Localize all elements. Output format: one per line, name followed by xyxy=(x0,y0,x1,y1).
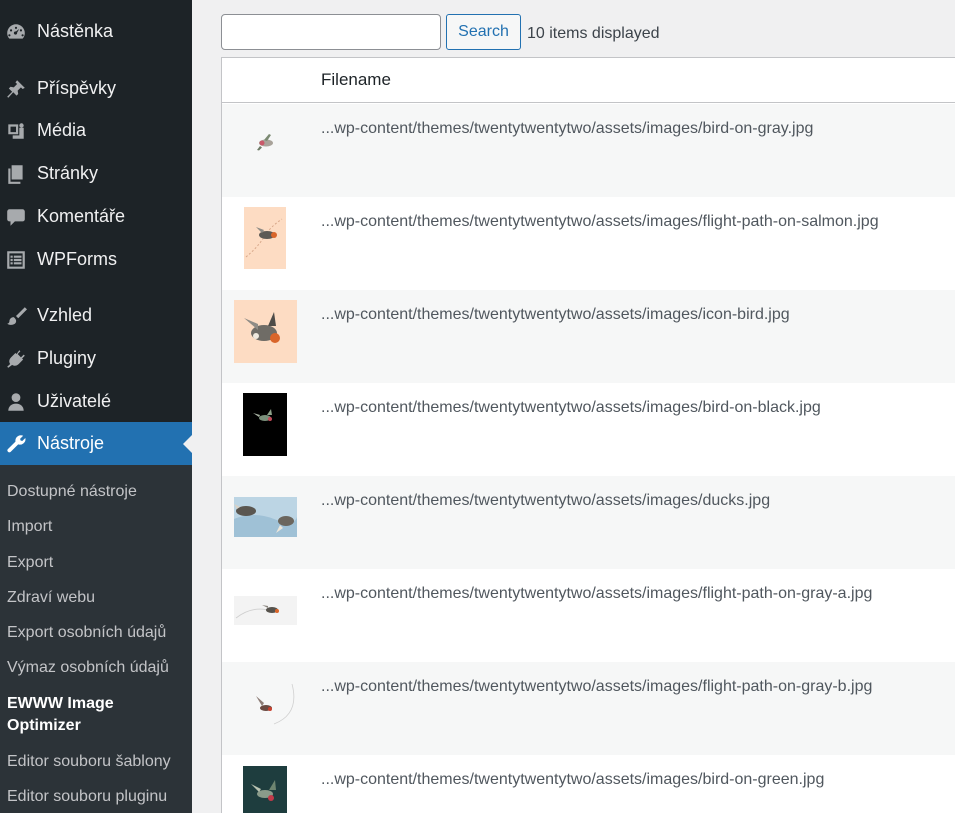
menu-item-posts[interactable]: Příspěvky xyxy=(0,67,192,110)
images-table: Filename ...wp-content/themes/twentytwen… xyxy=(221,57,955,813)
menu-label-wpforms: WPForms xyxy=(37,249,117,269)
thumbnail-flight-path-on-salmon[interactable] xyxy=(244,207,286,269)
filename-cell: ...wp-content/themes/twentytwentytwo/ass… xyxy=(321,492,771,509)
table-row: ...wp-content/themes/twentytwentytwo/ass… xyxy=(222,197,955,290)
menu-label-pages: Stránky xyxy=(37,163,99,183)
menu-item-dashboard[interactable]: Nástěnka xyxy=(0,10,192,53)
thumbnail-bird-on-green[interactable] xyxy=(243,766,287,813)
user-icon xyxy=(2,391,30,413)
table-row: ...wp-content/themes/twentytwentytwo/ass… xyxy=(222,290,955,383)
menu-label-comments: Komentáře xyxy=(37,206,126,226)
menu-label-posts: Příspěvky xyxy=(37,78,117,98)
table-row: ...wp-content/themes/twentytwentytwo/ass… xyxy=(222,476,955,569)
table-row: ...wp-content/themes/twentytwentytwo/ass… xyxy=(222,383,955,476)
pin-icon xyxy=(2,78,30,100)
menu-item-plugins[interactable]: Pluginy xyxy=(0,337,192,380)
thumbnail-flight-path-on-gray-a[interactable] xyxy=(234,596,297,625)
menu-item-comments[interactable]: Komentáře xyxy=(0,195,192,238)
filename-cell: ...wp-content/themes/twentytwentytwo/ass… xyxy=(321,213,879,230)
menu-label-tools: Nástroje xyxy=(37,433,105,453)
submenu-ewww-image-optimizer[interactable]: EWWW Image Optimizer xyxy=(7,693,157,737)
thumbnail-bird-on-black[interactable] xyxy=(243,393,287,456)
column-header-filename[interactable]: Filename xyxy=(321,70,391,90)
menu-item-users[interactable]: Uživatelé xyxy=(0,380,192,423)
menu-label-dashboard: Nástěnka xyxy=(37,21,114,41)
filename-cell: ...wp-content/themes/twentytwentytwo/ass… xyxy=(321,678,873,695)
thumbnail-flight-path-on-gray-b[interactable] xyxy=(234,674,297,737)
filename-cell: ...wp-content/themes/twentytwentytwo/ass… xyxy=(321,771,825,788)
submenu-export-personal-data[interactable]: Export osobních údajů xyxy=(7,622,166,644)
media-icon xyxy=(2,120,30,142)
submenu-site-health[interactable]: Zdraví webu xyxy=(7,587,95,609)
thumbnail-ducks[interactable] xyxy=(234,497,297,537)
tools-submenu: Dostupné nástroje Import Export Zdraví w… xyxy=(0,465,192,813)
menu-label-media: Média xyxy=(37,120,87,140)
submenu-theme-file-editor[interactable]: Editor souboru šablony xyxy=(7,751,171,773)
table-header: Filename xyxy=(222,58,955,103)
submenu-erase-personal-data[interactable]: Výmaz osobních údajů xyxy=(7,657,169,679)
thumbnail-icon-bird[interactable] xyxy=(234,300,297,363)
menu-item-wpforms[interactable]: WPForms xyxy=(0,238,192,281)
table-row: ...wp-content/themes/twentytwentytwo/ass… xyxy=(222,755,955,813)
menu-item-media[interactable]: Média xyxy=(0,109,192,152)
filename-cell: ...wp-content/themes/twentytwentytwo/ass… xyxy=(321,399,821,416)
submenu-available-tools[interactable]: Dostupné nástroje xyxy=(7,481,137,503)
plugin-icon xyxy=(2,348,30,370)
submenu-export[interactable]: Export xyxy=(7,552,53,574)
brush-icon xyxy=(2,305,30,327)
menu-item-tools[interactable]: Nástroje xyxy=(0,422,192,465)
filename-cell: ...wp-content/themes/twentytwentytwo/ass… xyxy=(321,120,814,137)
search-input[interactable] xyxy=(221,14,441,50)
thumbnail-bird-on-gray[interactable] xyxy=(234,126,296,164)
pages-icon xyxy=(2,163,30,185)
filename-cell: ...wp-content/themes/twentytwentytwo/ass… xyxy=(321,585,873,602)
menu-item-appearance[interactable]: Vzhled xyxy=(0,294,192,337)
wrench-icon xyxy=(2,433,30,455)
table-row: ...wp-content/themes/twentytwentytwo/ass… xyxy=(222,569,955,662)
table-row: ...wp-content/themes/twentytwentytwo/ass… xyxy=(222,104,955,197)
dashboard-icon xyxy=(2,21,30,43)
filename-cell: ...wp-content/themes/twentytwentytwo/ass… xyxy=(321,306,790,323)
table-row: ...wp-content/themes/twentytwentytwo/ass… xyxy=(222,662,955,755)
submenu-import[interactable]: Import xyxy=(7,516,52,538)
menu-label-appearance: Vzhled xyxy=(37,305,93,325)
menu-label-users: Uživatelé xyxy=(37,391,112,411)
submenu-plugin-file-editor[interactable]: Editor souboru pluginu xyxy=(7,786,167,808)
menu-item-pages[interactable]: Stránky xyxy=(0,152,192,195)
forms-icon xyxy=(2,249,30,271)
menu-label-plugins: Pluginy xyxy=(37,348,97,368)
comments-icon xyxy=(2,206,30,228)
admin-sidebar: Nástěnka Příspěvky Média Stránky Komentá… xyxy=(0,0,192,813)
items-count: 10 items displayed xyxy=(527,25,660,42)
search-button[interactable]: Search xyxy=(446,14,521,50)
